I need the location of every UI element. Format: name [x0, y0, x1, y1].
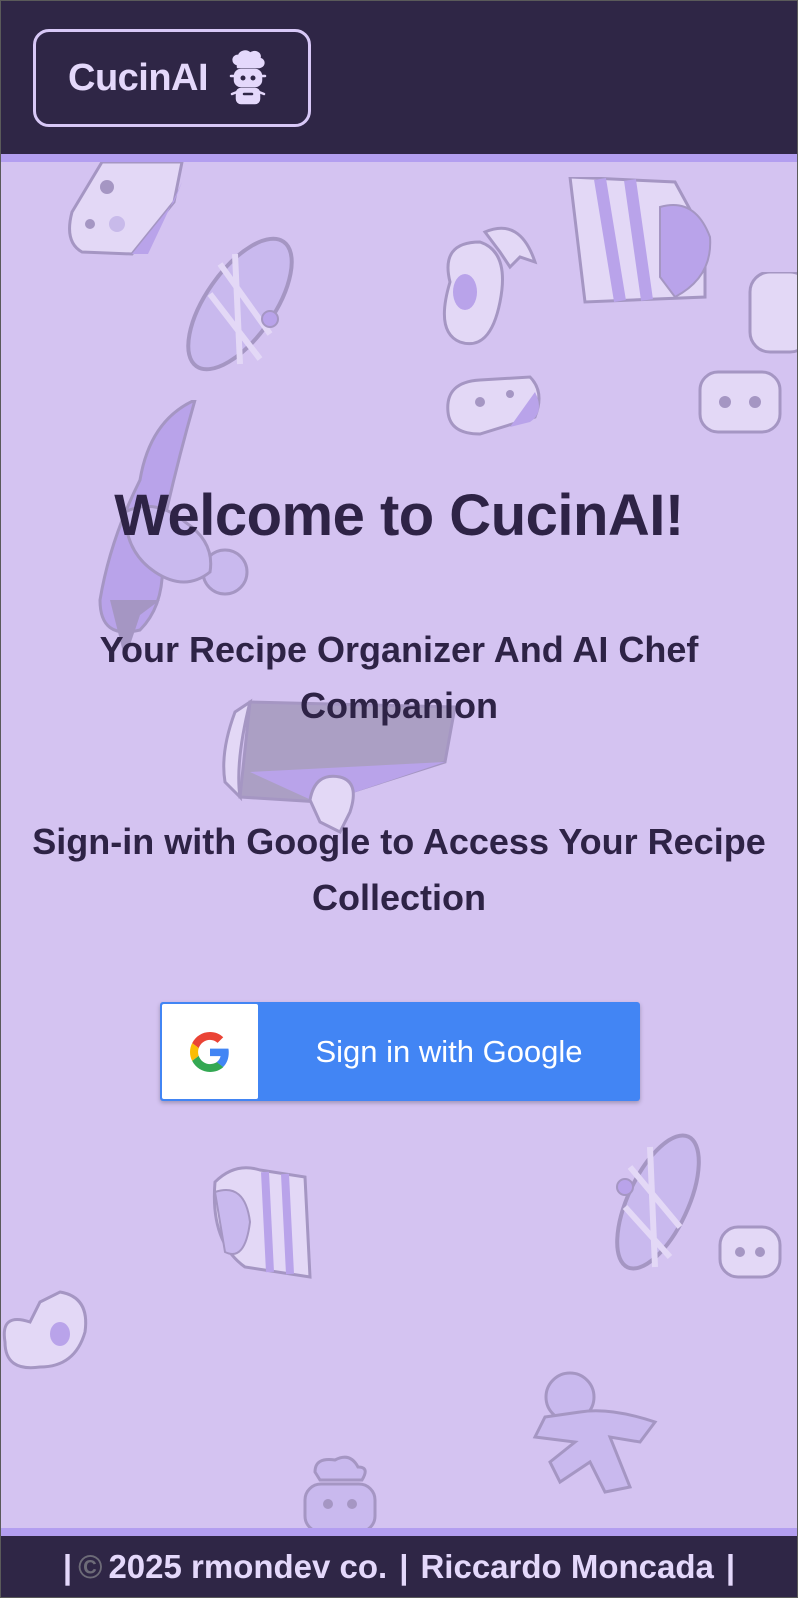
brand-logo-button[interactable]: CucinAI [33, 29, 311, 127]
google-signin-button[interactable]: Sign in with Google [160, 1002, 640, 1101]
app-footer: | © 2025 rmondev co. | Riccardo Moncada … [0, 1528, 798, 1598]
page-title: Welcome to CucinAI! [114, 483, 684, 548]
footer-author: Riccardo Moncada [420, 1548, 714, 1585]
google-icon-box [162, 1004, 258, 1099]
google-signin-label: Sign in with Google [315, 1033, 583, 1069]
google-g-icon [190, 1031, 229, 1072]
brand-name: CucinAI [68, 56, 209, 99]
chef-robot-icon [229, 50, 267, 105]
footer-separator: | [399, 1548, 409, 1585]
signin-prompt: Sign-in with Google to Access Your Recip… [32, 821, 766, 918]
footer-separator: | [725, 1548, 736, 1585]
footer-separator: | [62, 1548, 73, 1585]
page-subtitle: Your Recipe Organizer And AI Chef Compan… [99, 629, 699, 726]
footer-copyright-text: 2025 rmondev co. [108, 1548, 388, 1585]
app-header: CucinAI [0, 0, 798, 162]
copyright-icon: © [78, 1548, 103, 1585]
